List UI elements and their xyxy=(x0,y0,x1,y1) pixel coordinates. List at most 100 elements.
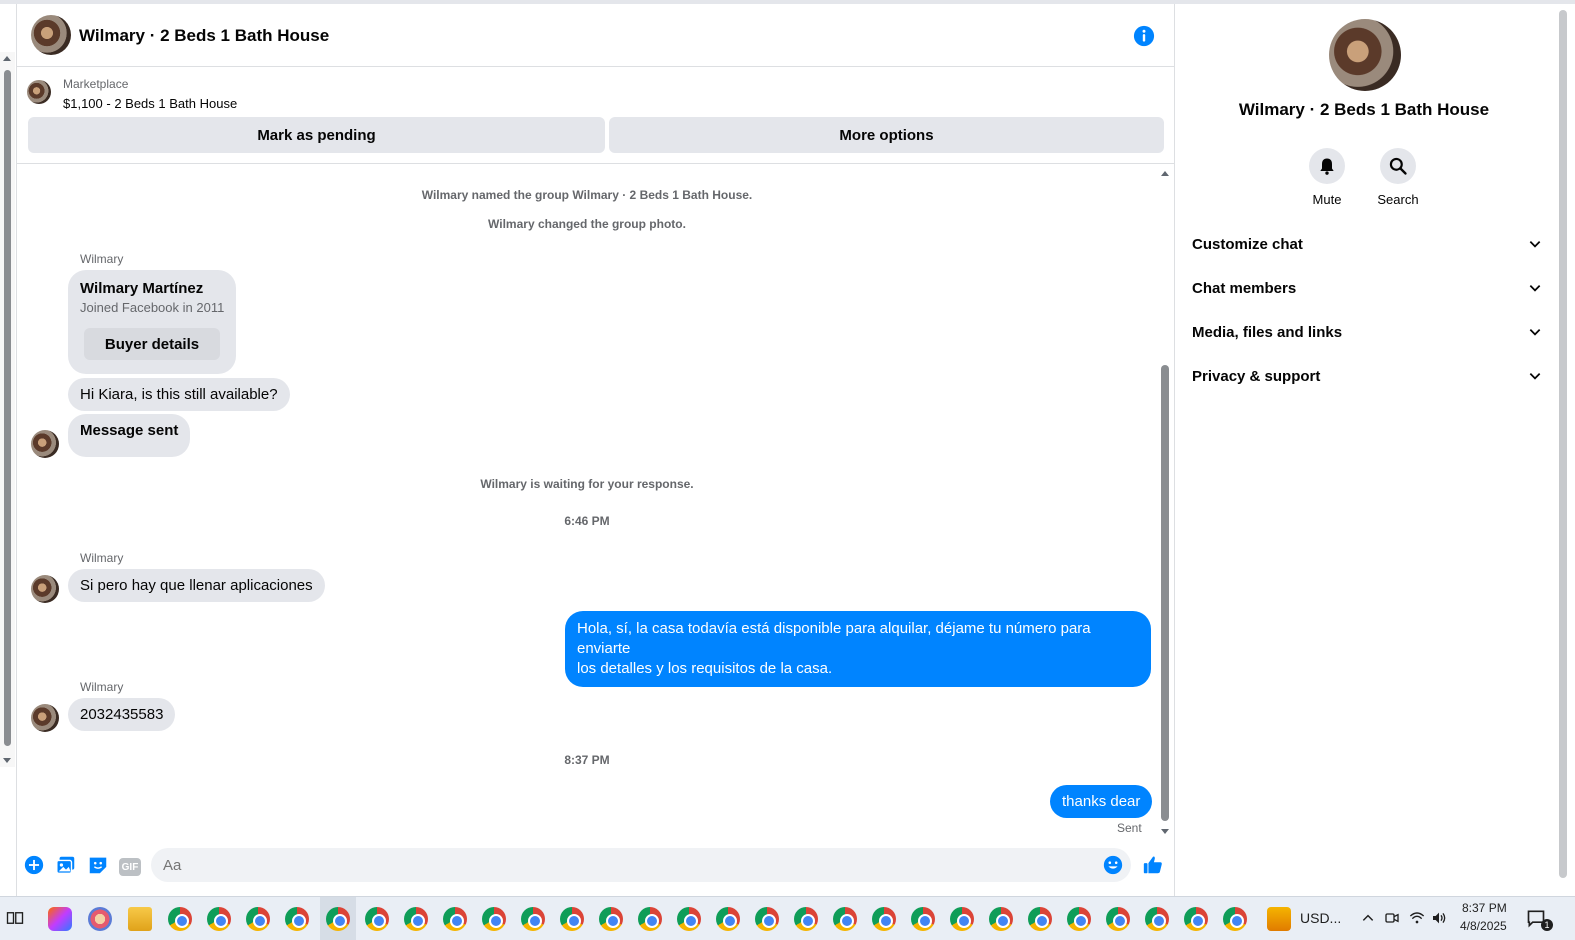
chrome-icon[interactable] xyxy=(950,907,974,931)
chat-details-panel: Wilmary · 2 Beds 1 Bath House Mute Searc… xyxy=(1176,4,1556,896)
chrome-icon[interactable] xyxy=(911,907,935,931)
chrome-icon[interactable] xyxy=(443,907,467,931)
message-input[interactable] xyxy=(151,848,1131,882)
taskbar: USD... 8:37 PM 4/8/2025 1 xyxy=(0,896,1575,940)
sender-avatar[interactable] xyxy=(31,575,59,603)
bell-icon xyxy=(1320,158,1334,175)
sender-avatar[interactable] xyxy=(31,430,59,458)
group-avatar-large[interactable] xyxy=(1329,19,1401,91)
page-scrollbar[interactable] xyxy=(1556,4,1575,896)
row-label: Privacy & support xyxy=(1192,367,1321,385)
more-options-button[interactable]: More options xyxy=(609,117,1164,153)
chrome-icon[interactable] xyxy=(285,907,309,931)
info-icon[interactable] xyxy=(1133,25,1155,47)
messages-scrollbar[interactable] xyxy=(1158,169,1173,834)
paint-icon[interactable] xyxy=(88,907,112,931)
chat-title[interactable]: Wilmary · 2 Beds 1 Bath House xyxy=(79,26,329,46)
sticker-icon[interactable] xyxy=(87,854,109,876)
message-status: Sent xyxy=(1117,821,1142,835)
buyer-details-button[interactable]: Buyer details xyxy=(84,328,220,360)
message-line: los detalles y los requisitos de la casa… xyxy=(577,660,833,677)
mute-button[interactable] xyxy=(1309,148,1345,184)
row-label: Media, files and links xyxy=(1192,323,1343,341)
chrome-icon[interactable] xyxy=(599,907,623,931)
chat-header: Wilmary · 2 Beds 1 Bath House xyxy=(17,4,1174,67)
photo-icon[interactable] xyxy=(55,854,77,876)
notification-count-badge: 1 xyxy=(1541,919,1553,931)
currency-icon[interactable] xyxy=(1267,907,1291,931)
listing-title[interactable]: $1,100 - 2 Beds 1 Bath House xyxy=(63,96,237,111)
message-bubble[interactable]: Message sent xyxy=(68,414,191,457)
chrome-icon[interactable] xyxy=(989,907,1013,931)
scroll-down-arrow[interactable] xyxy=(3,758,11,763)
sidebar-row-privacy-support[interactable]: Privacy & support xyxy=(1192,361,1542,391)
outgoing-message-bubble[interactable]: Hola, sí, la casa todavía está disponibl… xyxy=(565,611,1151,687)
chrome-icon[interactable] xyxy=(755,907,779,931)
scroll-thumb[interactable] xyxy=(1559,10,1567,878)
clock-time[interactable]: 8:37 PM xyxy=(1462,901,1507,915)
chrome-icon[interactable] xyxy=(246,907,270,931)
chrome-icon[interactable] xyxy=(404,907,428,931)
chevron-down-icon xyxy=(1529,241,1541,248)
sender-name: Wilmary xyxy=(80,551,124,565)
gif-icon[interactable]: GIF xyxy=(119,858,141,876)
scroll-up-arrow[interactable] xyxy=(1161,171,1169,176)
search-icon xyxy=(1389,157,1407,175)
sidebar-row-customize-chat[interactable]: Customize chat xyxy=(1192,229,1542,259)
chrome-icon[interactable] xyxy=(716,907,740,931)
chrome-icon[interactable] xyxy=(365,907,389,931)
listing-thumbnail[interactable] xyxy=(27,80,51,104)
message-bubble[interactable]: 2032435583 xyxy=(68,698,176,731)
group-name: Wilmary · 2 Beds 1 Bath House xyxy=(1238,100,1490,119)
mute-action[interactable]: Mute xyxy=(1297,148,1357,207)
chrome-icon[interactable] xyxy=(638,907,662,931)
sidebar-row-media-files-links[interactable]: Media, files and links xyxy=(1192,317,1542,347)
scroll-up-arrow[interactable] xyxy=(3,56,11,61)
chrome-icon[interactable] xyxy=(560,907,584,931)
chevron-down-icon xyxy=(1529,329,1541,336)
chrome-icon[interactable] xyxy=(677,907,701,931)
chrome-icon[interactable] xyxy=(1106,907,1130,931)
sidebar-row-chat-members[interactable]: Chat members xyxy=(1192,273,1542,303)
search-action[interactable]: Search xyxy=(1368,148,1428,207)
chrome-icon[interactable] xyxy=(326,907,350,931)
chrome-icon[interactable] xyxy=(1028,907,1052,931)
scroll-down-arrow[interactable] xyxy=(1161,829,1169,834)
chrome-icon[interactable] xyxy=(207,907,231,931)
task-view-icon[interactable] xyxy=(6,909,24,927)
chrome-icon[interactable] xyxy=(833,907,857,931)
message-bubble[interactable]: Hi Kiara, is this still available? xyxy=(68,378,290,411)
scroll-thumb[interactable] xyxy=(4,70,11,746)
emoji-icon[interactable] xyxy=(1102,854,1124,876)
copilot-icon[interactable] xyxy=(48,907,72,931)
volume-icon[interactable] xyxy=(1431,910,1447,926)
clock-date[interactable]: 4/8/2025 xyxy=(1460,919,1507,933)
group-avatar[interactable] xyxy=(31,15,71,55)
chrome-icon[interactable] xyxy=(521,907,545,931)
message-bubble[interactable]: Si pero hay que llenar aplicaciones xyxy=(68,569,325,602)
chrome-icon[interactable] xyxy=(1067,907,1091,931)
outgoing-message-bubble[interactable]: thanks dear xyxy=(1050,785,1153,818)
sender-avatar[interactable] xyxy=(31,704,59,732)
chrome-icon[interactable] xyxy=(1223,907,1247,931)
chrome-icon[interactable] xyxy=(482,907,506,931)
search-label: Search xyxy=(1377,192,1419,207)
chrome-icon[interactable] xyxy=(1145,907,1169,931)
thumbs-up-icon[interactable] xyxy=(1142,854,1164,876)
file-explorer-icon[interactable] xyxy=(128,907,152,931)
chevron-up-icon[interactable] xyxy=(1361,911,1375,925)
scroll-thumb[interactable] xyxy=(1161,365,1169,821)
chrome-icon[interactable] xyxy=(168,907,192,931)
meet-now-icon[interactable] xyxy=(1384,910,1400,926)
search-button[interactable] xyxy=(1380,148,1416,184)
chrome-icon[interactable] xyxy=(794,907,818,931)
row-label: Chat members xyxy=(1192,279,1297,297)
left-scrollbar[interactable] xyxy=(0,52,15,767)
chrome-icon[interactable] xyxy=(872,907,896,931)
wifi-icon[interactable] xyxy=(1409,910,1425,926)
buyer-name: Wilmary Martínez xyxy=(80,280,204,297)
mark-as-pending-button[interactable]: Mark as pending xyxy=(28,117,605,153)
currency-label[interactable]: USD... xyxy=(1300,910,1341,926)
chrome-icon[interactable] xyxy=(1184,907,1208,931)
plus-icon[interactable] xyxy=(23,854,45,876)
